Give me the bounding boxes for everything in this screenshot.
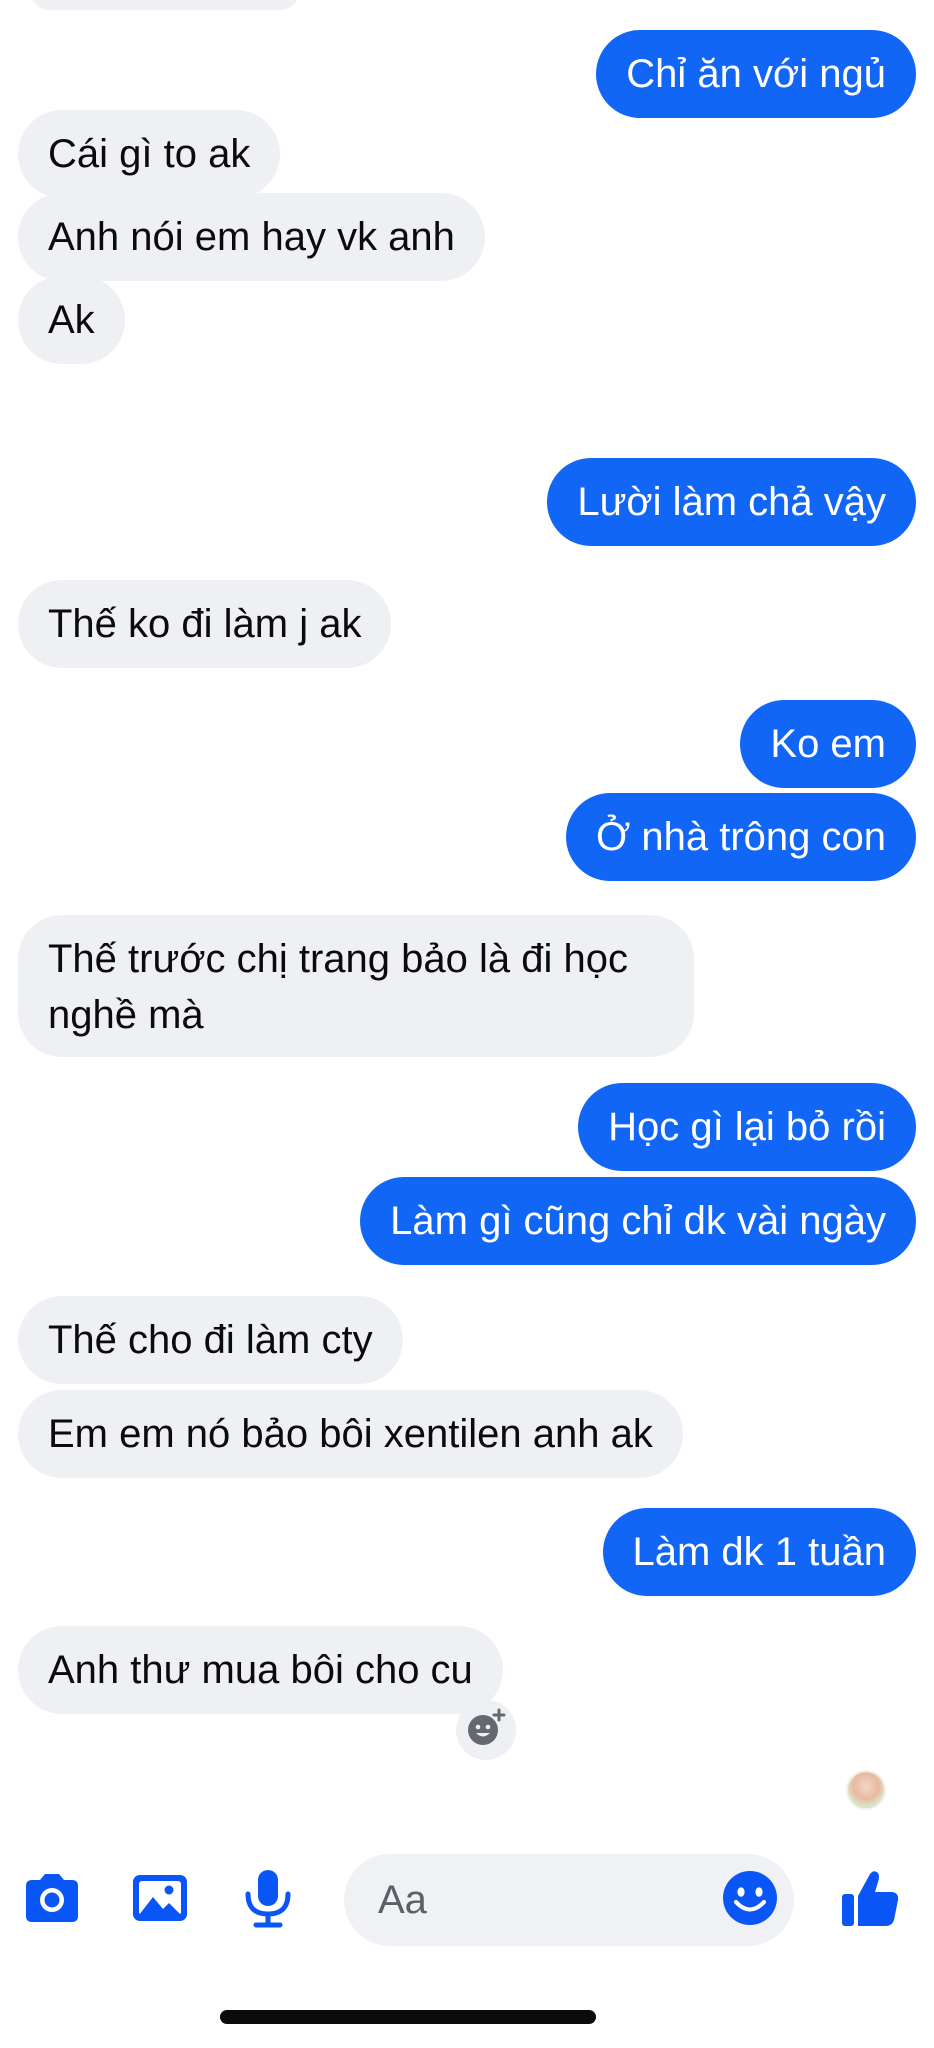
thumbs-up-icon — [838, 1866, 902, 1935]
message-incoming[interactable]: Thế cho đi làm cty — [18, 1296, 403, 1384]
message-outgoing[interactable]: Làm gì cũng chỉ dk vài ngày — [360, 1177, 916, 1265]
message-incoming[interactable]: Anh nói em hay vk anh — [18, 193, 485, 281]
message-text: Chỉ ăn với ngủ — [626, 52, 886, 96]
voice-message-button[interactable] — [232, 1864, 304, 1936]
message-text: Cái gì to ak — [48, 132, 251, 176]
microphone-icon — [238, 1866, 298, 1935]
message-text: Ak — [48, 298, 95, 342]
add-reaction-button[interactable] — [456, 1700, 516, 1760]
camera-icon — [20, 1866, 84, 1935]
camera-button[interactable] — [16, 1864, 88, 1936]
message-text: Anh nói em hay vk anh — [48, 215, 455, 259]
emoji-icon — [721, 1869, 779, 1932]
message-text: Em em nó bảo bôi xentilen anh ak — [48, 1412, 653, 1456]
message-text: Lười làm chả vậy — [577, 480, 886, 524]
like-button[interactable] — [834, 1864, 906, 1936]
message-outgoing[interactable]: Học gì lại bỏ rồi — [578, 1083, 916, 1171]
previous-message-stub — [30, 0, 300, 10]
gallery-button[interactable] — [124, 1864, 196, 1936]
composer-bar — [0, 1840, 934, 1960]
emoji-button[interactable] — [720, 1870, 780, 1930]
message-incoming[interactable]: Cái gì to ak — [18, 110, 281, 198]
message-text: Thế trước chị trang bảo là đi học nghề m… — [48, 937, 628, 1037]
message-text: Học gì lại bỏ rồi — [608, 1105, 886, 1149]
message-outgoing[interactable]: Làm dk 1 tuần — [602, 1508, 916, 1596]
message-incoming[interactable]: Ak — [18, 276, 125, 364]
message-text: Anh thư mua bôi cho cu — [48, 1648, 473, 1692]
message-text: Ko em — [770, 722, 886, 766]
message-text: Làm dk 1 tuần — [632, 1530, 887, 1574]
message-incoming[interactable]: Anh thư mua bôi cho cu — [18, 1626, 503, 1714]
message-outgoing[interactable]: Chỉ ăn với ngủ — [596, 30, 916, 118]
message-text: Ở nhà trông con — [595, 815, 886, 859]
message-outgoing[interactable]: Ở nhà trông con — [565, 793, 916, 881]
message-incoming[interactable]: Em em nó bảo bôi xentilen anh ak — [18, 1390, 683, 1478]
message-incoming[interactable]: Thế trước chị trang bảo là đi học nghề m… — [18, 915, 694, 1057]
message-text: Thế ko đi làm j ak — [48, 602, 362, 646]
message-input[interactable] — [378, 1854, 708, 1946]
message-outgoing[interactable]: Lười làm chả vậy — [547, 458, 916, 546]
message-input-container[interactable] — [344, 1854, 794, 1946]
chat-thread: Chỉ ăn với ngủ Cái gì to ak Anh nói em h… — [0, 0, 934, 1830]
seen-avatar — [846, 1770, 886, 1810]
add-reaction-icon — [466, 1708, 506, 1753]
message-text: Làm gì cũng chỉ dk vài ngày — [390, 1199, 886, 1243]
message-incoming[interactable]: Thế ko đi làm j ak — [18, 580, 392, 668]
message-text: Thế cho đi làm cty — [48, 1318, 373, 1362]
message-outgoing[interactable]: Ko em — [740, 700, 916, 788]
home-indicator — [220, 2010, 596, 2024]
image-gallery-icon — [129, 1867, 191, 1934]
